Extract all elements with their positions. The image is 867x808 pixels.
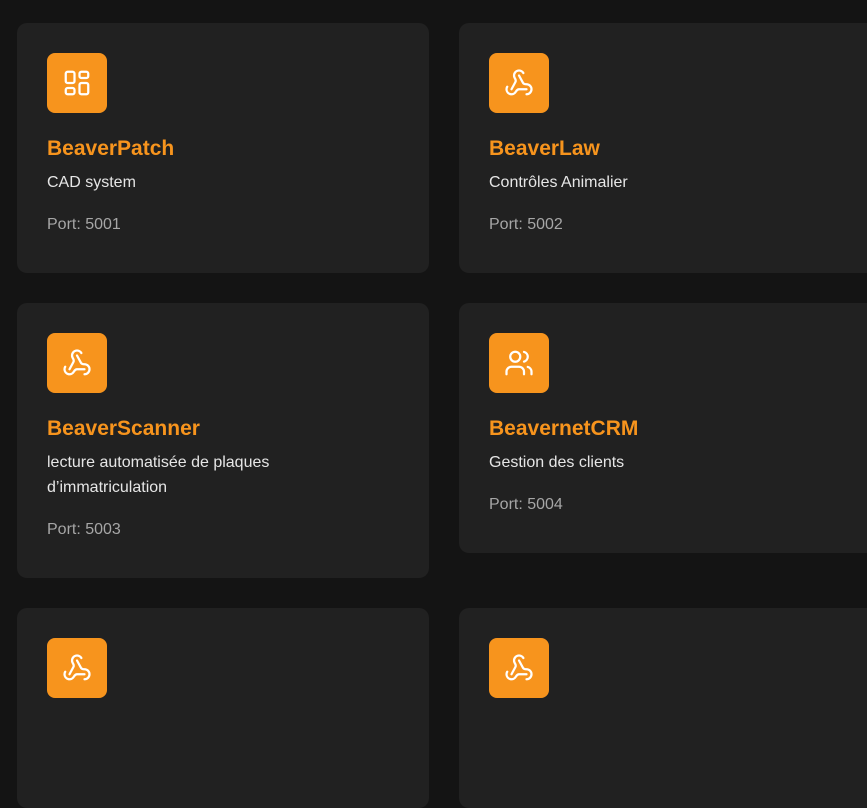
- app-description: Gestion des clients: [489, 454, 625, 471]
- app-port: Port: 5004: [489, 496, 563, 513]
- dashboard-icon: [47, 53, 107, 113]
- app-title: BeaverPatch: [47, 137, 175, 160]
- app-card[interactable]: [459, 608, 867, 808]
- app-card-beaverscanner[interactable]: BeaverScanner lecture automatisée de pla…: [17, 303, 429, 578]
- webhook-icon: [47, 333, 107, 393]
- app-title: BeavernetCRM: [489, 417, 639, 440]
- app-title: BeaverLaw: [489, 137, 600, 160]
- app-card[interactable]: [17, 608, 429, 808]
- app-card-beaverlaw[interactable]: BeaverLaw Contrôles Animalier Port: 5002: [459, 23, 867, 273]
- app-port: Port: 5001: [47, 216, 121, 233]
- app-description: Contrôles Animalier: [489, 174, 628, 191]
- webhook-icon: [47, 638, 107, 698]
- app-title: BeaverScanner: [47, 417, 200, 440]
- app-card-beaverpatch[interactable]: BeaverPatch CAD system Port: 5001: [17, 23, 429, 273]
- app-port: Port: 5002: [489, 216, 563, 233]
- webhook-icon: [489, 53, 549, 113]
- users-icon: [489, 333, 549, 393]
- app-grid: BeaverPatch CAD system Port: 5001 Beaver…: [0, 0, 867, 808]
- app-description: lecture automatisée de plaques d’immatri…: [47, 454, 270, 496]
- app-description: CAD system: [47, 174, 136, 191]
- webhook-icon: [489, 638, 549, 698]
- app-card-beavernetcrm[interactable]: BeavernetCRM Gestion des clients Port: 5…: [459, 303, 867, 553]
- app-port: Port: 5003: [47, 521, 121, 538]
